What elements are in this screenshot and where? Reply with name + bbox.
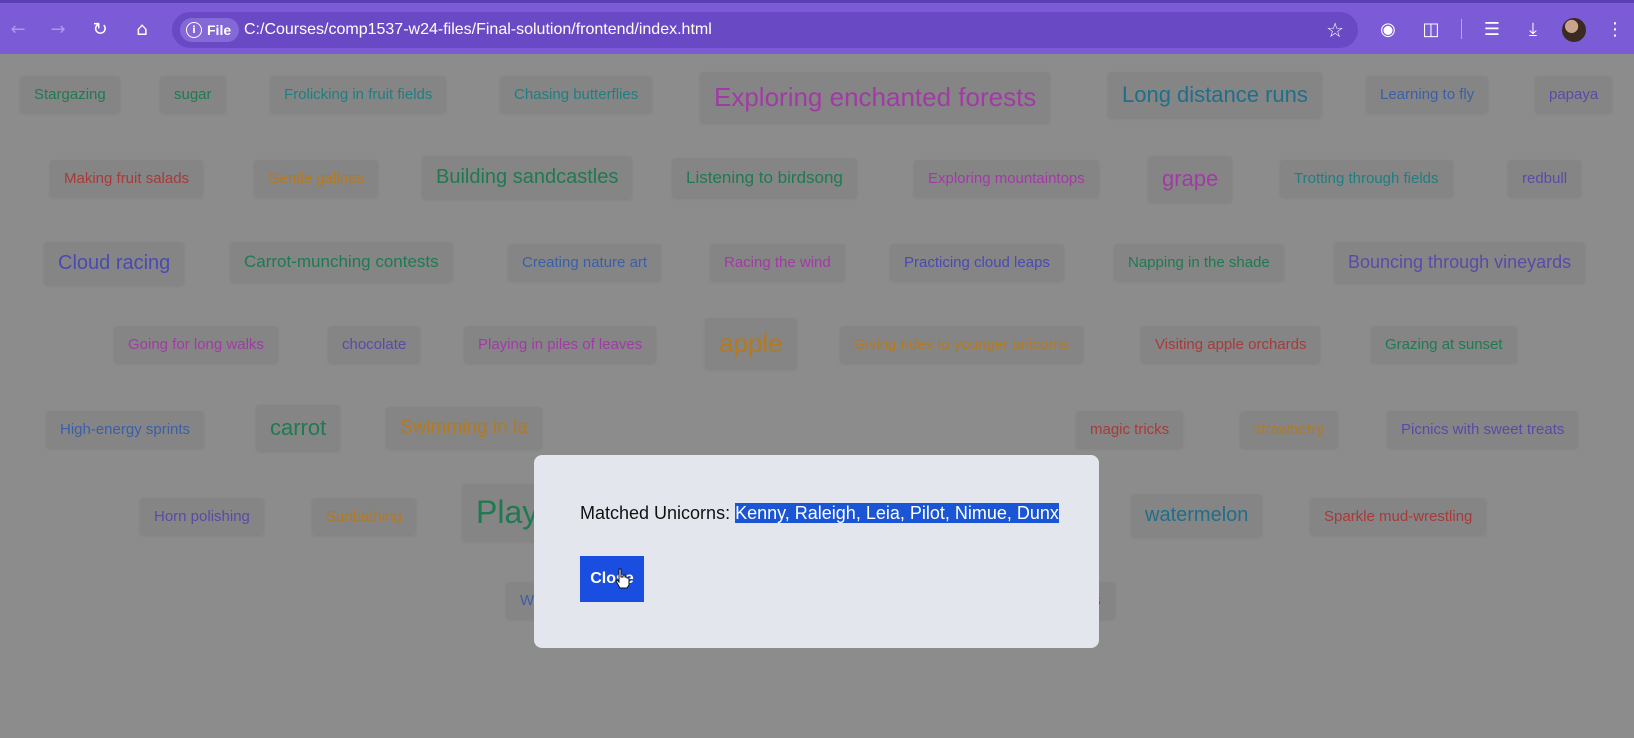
- kebab-menu-icon[interactable]: ⋮: [1602, 16, 1628, 42]
- interest-tag[interactable]: grape: [1148, 156, 1233, 202]
- interest-tag[interactable]: Frolicking in fruit fields: [270, 76, 447, 113]
- match-result: Matched Unicorns: Kenny, Raleigh, Leia, …: [580, 503, 1059, 524]
- reload-icon[interactable]: ↻: [86, 15, 114, 43]
- matched-unicorns-text[interactable]: Kenny, Raleigh, Leia, Pilot, Nimue, Dunx: [735, 503, 1059, 523]
- interest-tag[interactable]: Listening to birdsong: [672, 158, 857, 198]
- interest-tag[interactable]: Long distance runs: [1108, 72, 1322, 118]
- interest-tag[interactable]: Carrot-munching contests: [230, 242, 453, 282]
- address-bar[interactable]: i File C:/Courses/comp1537-w24-files/Fin…: [172, 12, 1358, 48]
- interest-tag[interactable]: Napping in the shade: [1114, 244, 1284, 281]
- interest-tag[interactable]: Giving rides to younger unicorns: [840, 326, 1084, 363]
- interest-tag[interactable]: Racing the wind: [710, 244, 845, 281]
- interest-tag[interactable]: magic tricks: [1076, 411, 1184, 448]
- interest-tag[interactable]: Cloud racing: [44, 242, 185, 285]
- interest-tag[interactable]: papaya: [1535, 76, 1613, 113]
- interest-tag[interactable]: Visiting apple orchards: [1141, 326, 1321, 363]
- interest-tag[interactable]: sugar: [160, 76, 226, 113]
- profile-avatar[interactable]: [1562, 18, 1586, 42]
- interest-tag[interactable]: Grazing at sunset: [1371, 326, 1517, 363]
- download-icon[interactable]: ⤓: [1520, 16, 1546, 42]
- toolbar-divider: [1461, 19, 1462, 39]
- interest-tag[interactable]: Chasing butterflies: [500, 76, 653, 113]
- interest-tag[interactable]: Creating nature art: [508, 244, 662, 281]
- interest-tag[interactable]: Swimming in la: [386, 407, 542, 449]
- interest-tag[interactable]: Sunbathing: [312, 498, 416, 535]
- interest-tag[interactable]: strawberry: [1240, 411, 1339, 448]
- camera-icon[interactable]: ◉: [1375, 16, 1401, 42]
- interest-tag[interactable]: Gentle gallops: [254, 160, 378, 197]
- close-button[interactable]: Close: [580, 556, 644, 602]
- interest-tag[interactable]: apple: [705, 318, 797, 369]
- interest-tag[interactable]: Horn polishing: [140, 498, 264, 535]
- interest-tag[interactable]: Trotting through fields: [1280, 160, 1453, 197]
- star-icon[interactable]: ☆: [1326, 18, 1344, 42]
- interest-tag[interactable]: Exploring enchanted forests: [700, 72, 1051, 123]
- file-chip-label: File: [207, 22, 232, 38]
- match-modal: Matched Unicorns: Kenny, Raleigh, Leia, …: [534, 455, 1099, 648]
- interest-tag[interactable]: Practicing cloud leaps: [890, 244, 1064, 281]
- back-arrow-icon[interactable]: ←: [4, 15, 32, 43]
- interest-tag[interactable]: Stargazing: [20, 76, 120, 113]
- browser-toolbar: ← → ↻ ⌂ i File C:/Courses/comp1537-w24-f…: [0, 0, 1634, 54]
- match-label: Matched Unicorns:: [580, 503, 736, 523]
- media-queue-icon[interactable]: ☰: [1479, 16, 1505, 42]
- info-icon: i: [186, 22, 202, 38]
- interest-tag[interactable]: Building sandcastles: [422, 156, 633, 199]
- interest-tag[interactable]: Going for long walks: [114, 326, 278, 363]
- interest-tag[interactable]: Playing in piles of leaves: [464, 326, 657, 363]
- interest-tag[interactable]: chocolate: [328, 326, 421, 363]
- interest-tag[interactable]: redbull: [1508, 160, 1582, 197]
- page-content: Stargazing sugar Frolicking in fruit field…: [0, 54, 1634, 738]
- interest-tag[interactable]: Picnics with sweet treats: [1387, 411, 1579, 448]
- interest-tag[interactable]: Bouncing through vineyards: [1334, 242, 1586, 283]
- interest-tag[interactable]: watermelon: [1131, 494, 1263, 537]
- hand-cursor-icon: [615, 568, 630, 589]
- interest-tag[interactable]: Exploring mountaintops: [914, 160, 1099, 197]
- interest-tag[interactable]: Making fruit salads: [50, 160, 204, 197]
- extensions-icon[interactable]: ◫: [1418, 16, 1444, 42]
- site-info-chip[interactable]: i File: [180, 18, 240, 42]
- home-icon[interactable]: ⌂: [128, 15, 156, 43]
- url-text[interactable]: C:/Courses/comp1537-w24-files/Final-solu…: [244, 21, 712, 39]
- interest-tag[interactable]: Sparkle mud-wrestling: [1310, 498, 1487, 535]
- interest-tag[interactable]: carrot: [256, 405, 341, 451]
- forward-arrow-icon[interactable]: →: [44, 15, 72, 43]
- interest-tag[interactable]: High-energy sprints: [46, 411, 205, 448]
- interest-tag[interactable]: Learning to fly: [1366, 76, 1489, 113]
